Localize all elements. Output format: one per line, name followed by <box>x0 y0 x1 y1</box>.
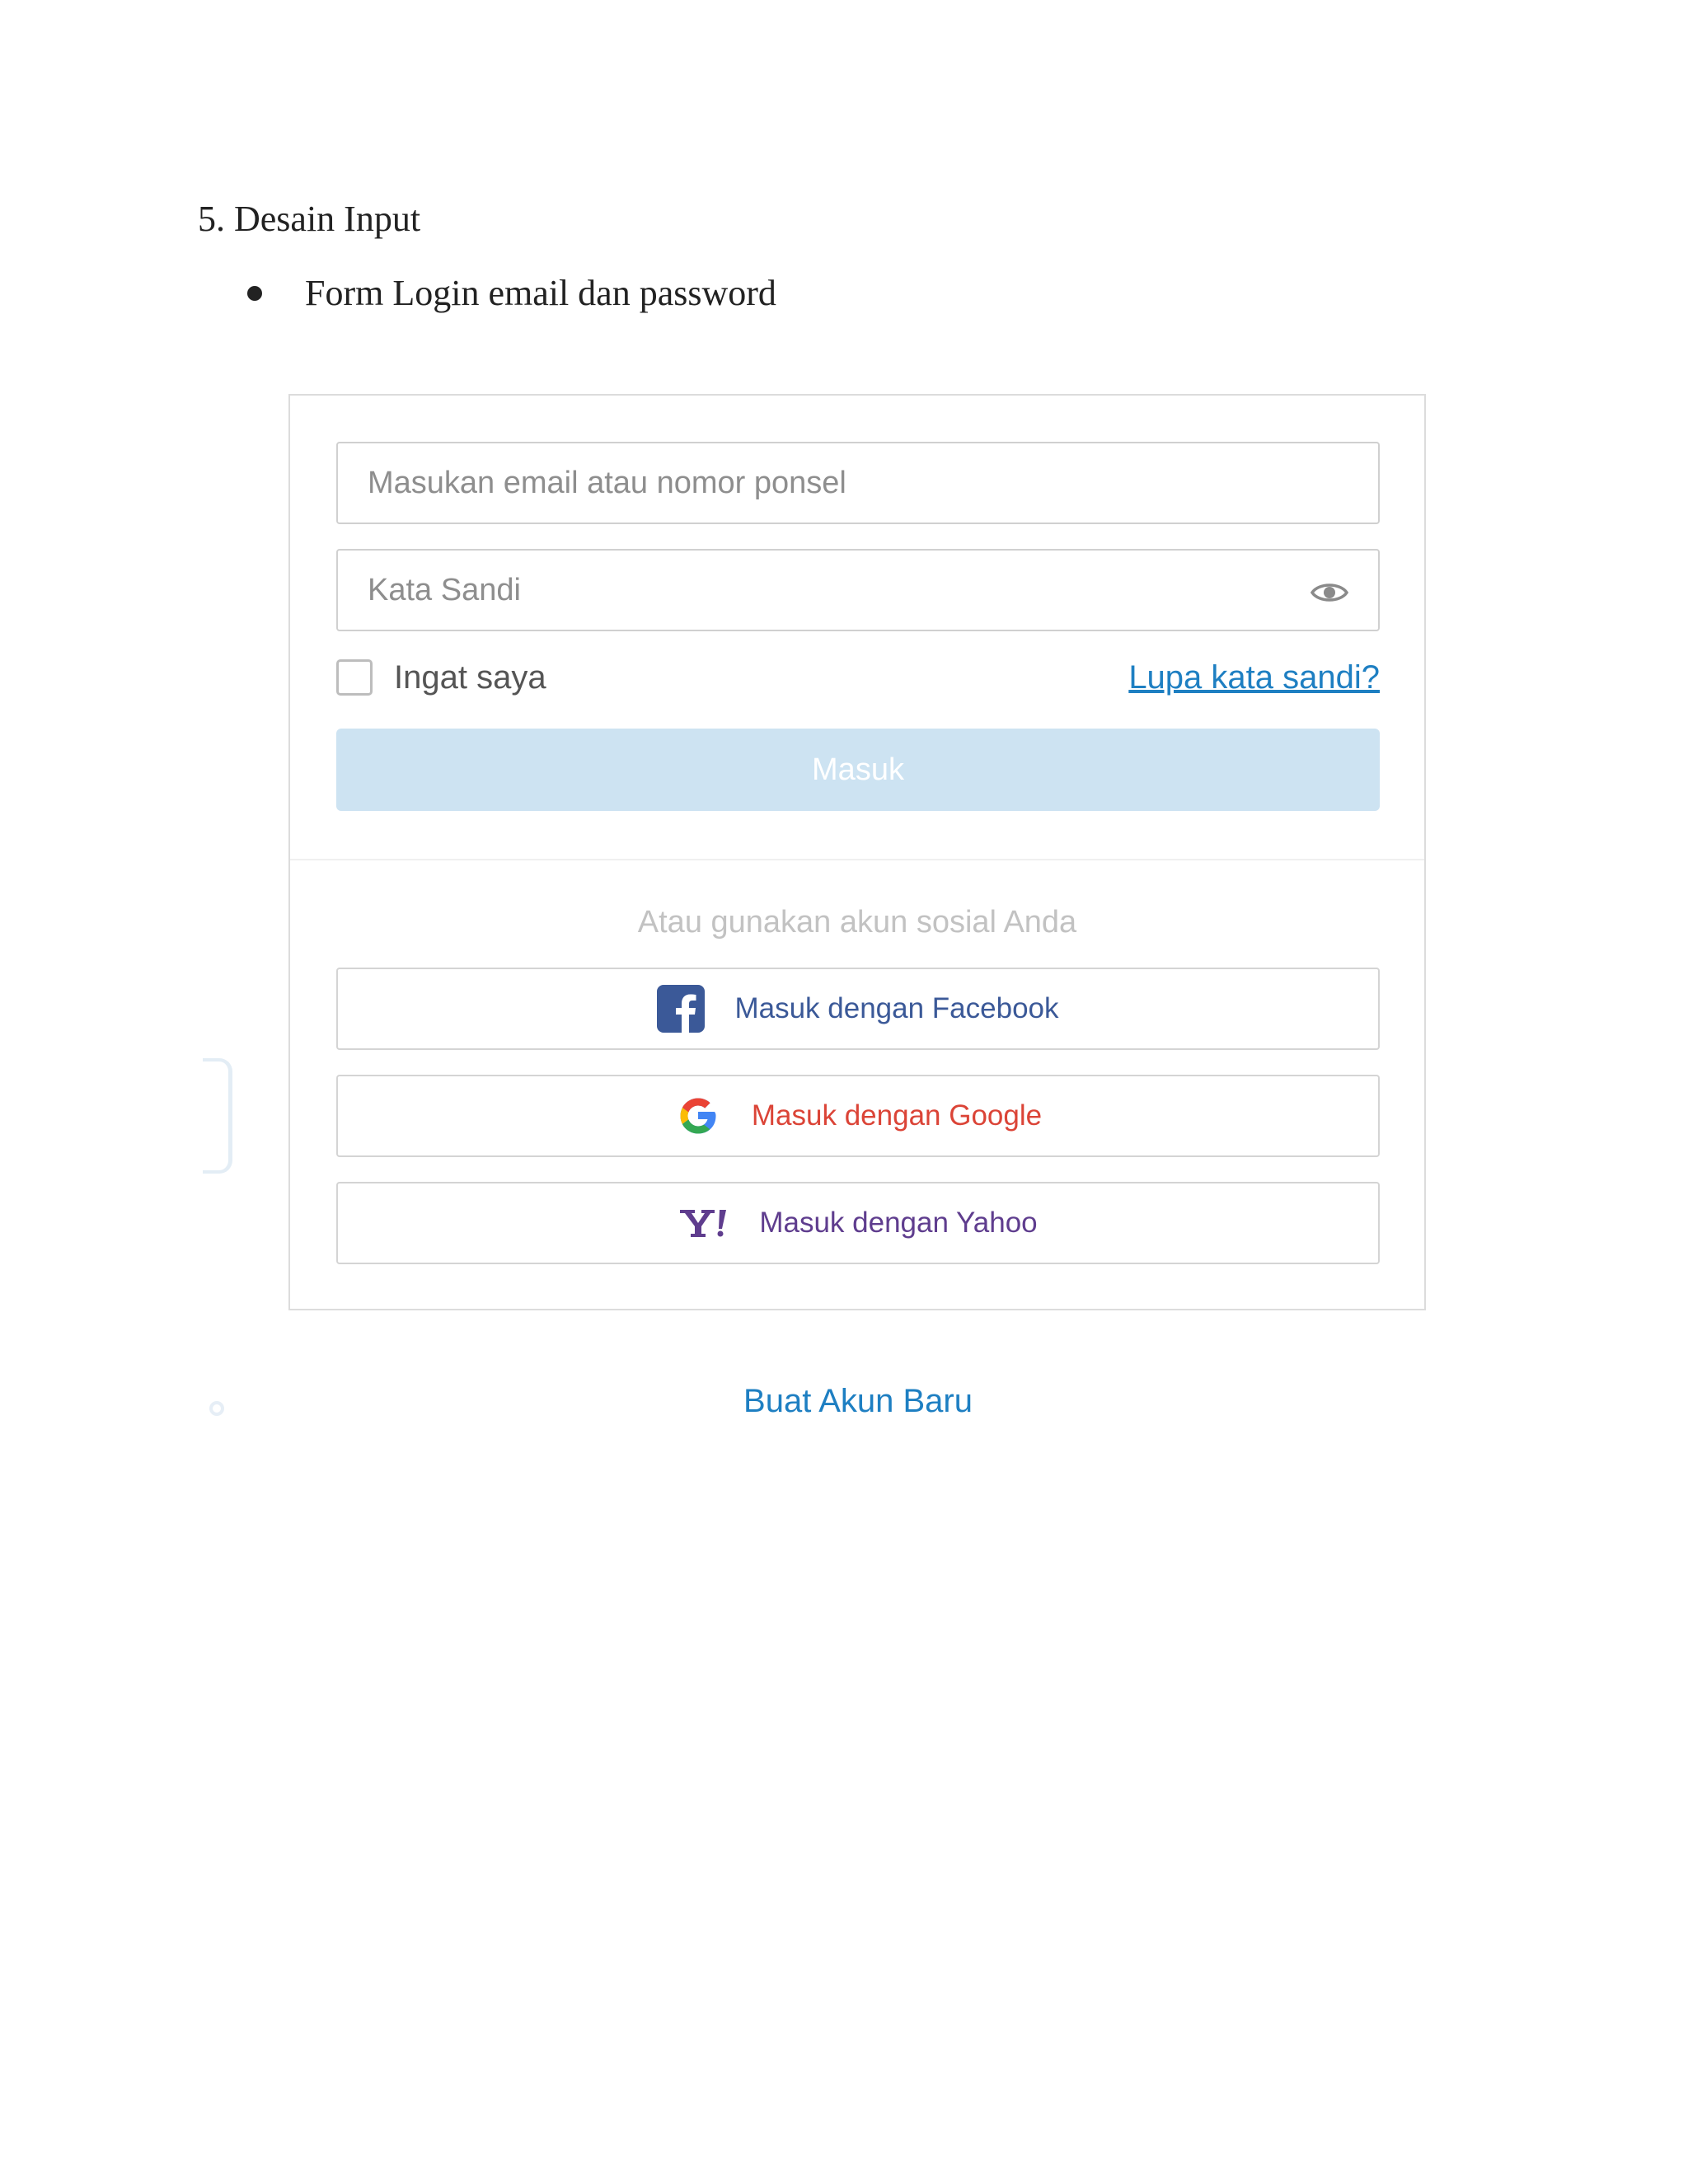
yahoo-login-button[interactable]: Masuk dengan Yahoo <box>336 1182 1380 1264</box>
eye-icon[interactable] <box>1310 578 1349 602</box>
facebook-icon <box>657 985 706 1033</box>
bullet-text: Form Login email dan password <box>305 273 776 313</box>
forgot-password-link[interactable]: Lupa kata sandi? <box>1128 659 1380 696</box>
google-login-label: Masuk dengan Google <box>751 1099 1043 1132</box>
remember-label: Ingat saya <box>394 658 546 696</box>
email-field[interactable]: Masukan email atau nomor ponsel <box>336 442 1380 524</box>
remember-row: Ingat saya Lupa kata sandi? <box>336 653 1380 702</box>
social-caption: Atau gunakan akun sosial Anda <box>637 905 1077 940</box>
yahoo-login-label: Masuk dengan Yahoo <box>759 1207 1038 1239</box>
section-heading: 5. Desain Input <box>198 199 421 239</box>
login-card: Masukan email atau nomor ponsel Kata San… <box>288 394 1426 1310</box>
google-icon <box>674 1092 722 1140</box>
section-divider <box>290 859 1424 860</box>
facebook-login-button[interactable]: Masuk dengan Facebook <box>336 968 1380 1050</box>
password-placeholder: Kata Sandi <box>368 572 521 607</box>
bullet-dot <box>247 285 262 301</box>
password-field[interactable]: Kata Sandi <box>336 549 1380 631</box>
yahoo-icon <box>678 1207 729 1240</box>
google-login-button[interactable]: Masuk dengan Google <box>336 1075 1380 1157</box>
bullet-item: Form Login email dan password <box>247 272 776 314</box>
facebook-login-label: Masuk dengan Facebook <box>734 992 1059 1024</box>
remember-me[interactable]: Ingat saya <box>336 659 546 696</box>
remember-checkbox[interactable] <box>336 659 373 696</box>
login-button[interactable]: Masuk <box>336 729 1380 811</box>
faint-bracket-artifact <box>203 1058 232 1174</box>
create-account-link[interactable]: Buat Akun Baru <box>0 1383 1688 1420</box>
email-placeholder: Masukan email atau nomor ponsel <box>368 465 846 500</box>
